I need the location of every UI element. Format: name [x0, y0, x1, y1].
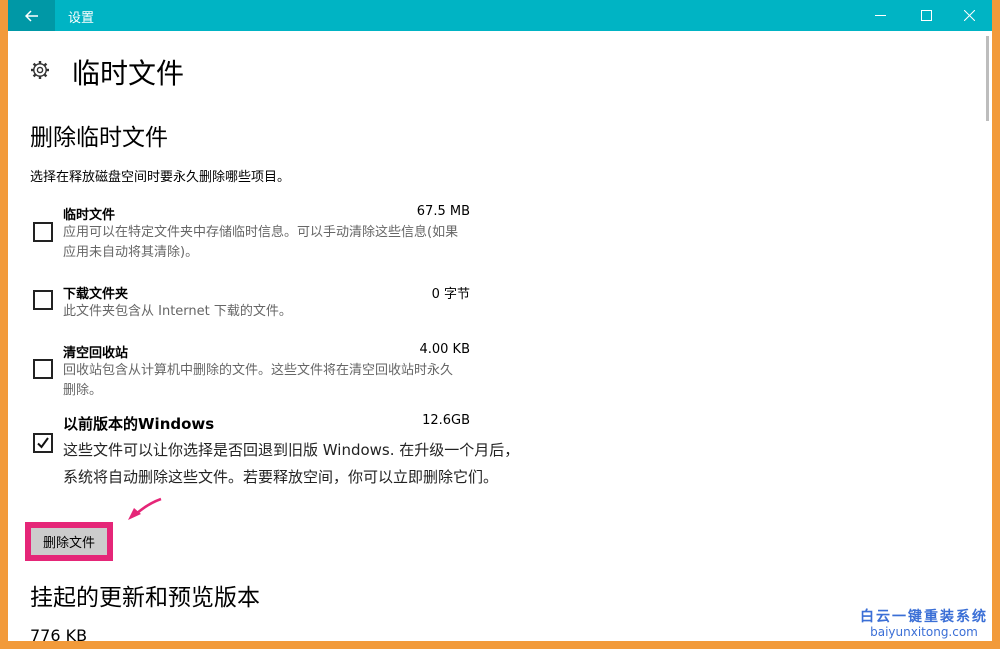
item-description: 回收站包含从计算机中删除的文件。这些文件将在清空回收站时永久删除。 [63, 363, 454, 398]
minimize-icon [874, 15, 886, 16]
item-size: 0 字节 [431, 287, 470, 302]
window-title: 设置 [68, 11, 95, 26]
maximize-icon [920, 10, 932, 21]
checkbox-downloads[interactable] [33, 290, 53, 310]
minimize-button[interactable] [857, 0, 903, 31]
item-name: 清空回收站 [63, 346, 129, 361]
section-description: 选择在释放磁盘空间时要永久删除哪些项目。 [30, 170, 291, 185]
item-recycle-bin: 清空回收站 4.00 KB 回收站包含从计算机中删除的文件。这些文件将在清空回收… [30, 342, 470, 402]
close-icon [963, 10, 975, 21]
gear-icon [31, 61, 49, 79]
item-name: 以前版本的Windows [63, 415, 215, 433]
watermark-url: baiyunxitong.com [870, 625, 978, 639]
pending-updates-title: 挂起的更新和预览版本 [30, 585, 260, 611]
item-downloads: 下载文件夹 0 字节 此文件夹包含从 Internet 下载的文件。 [30, 283, 470, 323]
back-button[interactable] [8, 0, 55, 31]
close-button[interactable] [946, 0, 992, 31]
maximize-button[interactable] [903, 0, 949, 31]
title-bar: 设置 [8, 0, 992, 31]
checkbox-previous-windows[interactable] [33, 433, 53, 453]
item-size: 4.00 KB [419, 342, 470, 357]
item-name: 临时文件 [63, 208, 116, 223]
page-title: 临时文件 [72, 57, 185, 90]
pending-updates-size: 776 KB [30, 626, 88, 641]
scrollbar[interactable] [986, 36, 989, 121]
item-description: 应用可以在特定文件夹中存储临时信息。可以手动清除这些信息(如果应用未自动将其清除… [63, 225, 459, 260]
pointer-arrow-icon [128, 497, 162, 520]
item-size: 67.5 MB [416, 204, 470, 219]
item-name: 下载文件夹 [63, 287, 129, 302]
item-temp-files: 临时文件 67.5 MB 应用可以在特定文件夹中存储临时信息。可以手动清除这些信… [30, 204, 470, 264]
arrow-left-icon [24, 9, 38, 22]
watermark-title: 白云一键重装系统 [860, 609, 988, 625]
section-title: 删除临时文件 [30, 125, 168, 151]
item-description: 此文件夹包含从 Internet 下载的文件。 [63, 304, 292, 319]
checkbox-temp-files[interactable] [33, 222, 53, 242]
settings-window: 设置 临时文件 删除临时文件 选择在释放磁盘空间时要永久删除哪些项目。 临时文件… [8, 0, 992, 641]
watermark: 白云一键重装系统 baiyunxitong.com [860, 610, 988, 640]
item-size: 12.6GB [422, 413, 470, 428]
item-previous-windows: 以前版本的Windows 12.6GB 这些文件可以让你选择是否回退到旧版 Wi… [30, 413, 519, 513]
delete-files-button[interactable]: 删除文件 [31, 528, 107, 555]
checkmark-icon [37, 437, 49, 449]
checkbox-recycle-bin[interactable] [33, 359, 53, 379]
item-description: 这些文件可以让你选择是否回退到旧版 Windows. 在升级一个月后，系统将自动… [63, 441, 520, 486]
